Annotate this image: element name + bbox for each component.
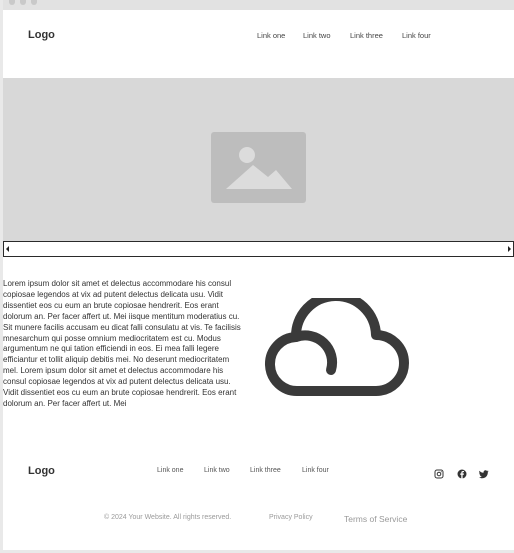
horizontal-scrollbar[interactable] [3, 241, 514, 257]
footer-link-two[interactable]: Link two [204, 467, 230, 474]
footer-link-one[interactable]: Link one [157, 467, 183, 474]
terms-of-service-link[interactable]: Terms of Service [344, 514, 407, 524]
hero-banner [3, 78, 514, 241]
browser-window: Logo Link one Link two Link three Link f… [3, 0, 514, 550]
twitter-icon[interactable] [479, 466, 489, 479]
nav-link-two[interactable]: Link two [303, 31, 331, 40]
footer-link-four[interactable]: Link four [302, 467, 329, 474]
facebook-icon[interactable] [457, 466, 467, 479]
nav-link-one[interactable]: Link one [257, 31, 285, 40]
footer-link-three[interactable]: Link three [250, 467, 281, 474]
scroll-left-arrow-icon[interactable] [6, 246, 9, 252]
nav-link-three[interactable]: Link three [350, 31, 383, 40]
body-paragraph: Lorem ipsum dolor sit amet et delectus a… [3, 279, 241, 408]
copyright-text: © 2024 Your Website. All rights reserved… [104, 514, 232, 521]
site-header: Logo Link one Link two Link three Link f… [3, 10, 514, 78]
window-titlebar [3, 0, 514, 10]
header-logo[interactable]: Logo [28, 29, 55, 41]
footer-logo[interactable]: Logo [28, 465, 55, 477]
cloud-icon [261, 291, 411, 404]
window-close-dot[interactable] [9, 0, 15, 5]
window-maximize-dot[interactable] [31, 0, 37, 5]
instagram-icon[interactable] [434, 466, 444, 479]
nav-link-four[interactable]: Link four [402, 31, 431, 40]
scroll-right-arrow-icon[interactable] [508, 246, 511, 252]
privacy-policy-link[interactable]: Privacy Policy [269, 514, 313, 521]
window-minimize-dot[interactable] [20, 0, 26, 5]
image-placeholder-icon [211, 132, 306, 203]
